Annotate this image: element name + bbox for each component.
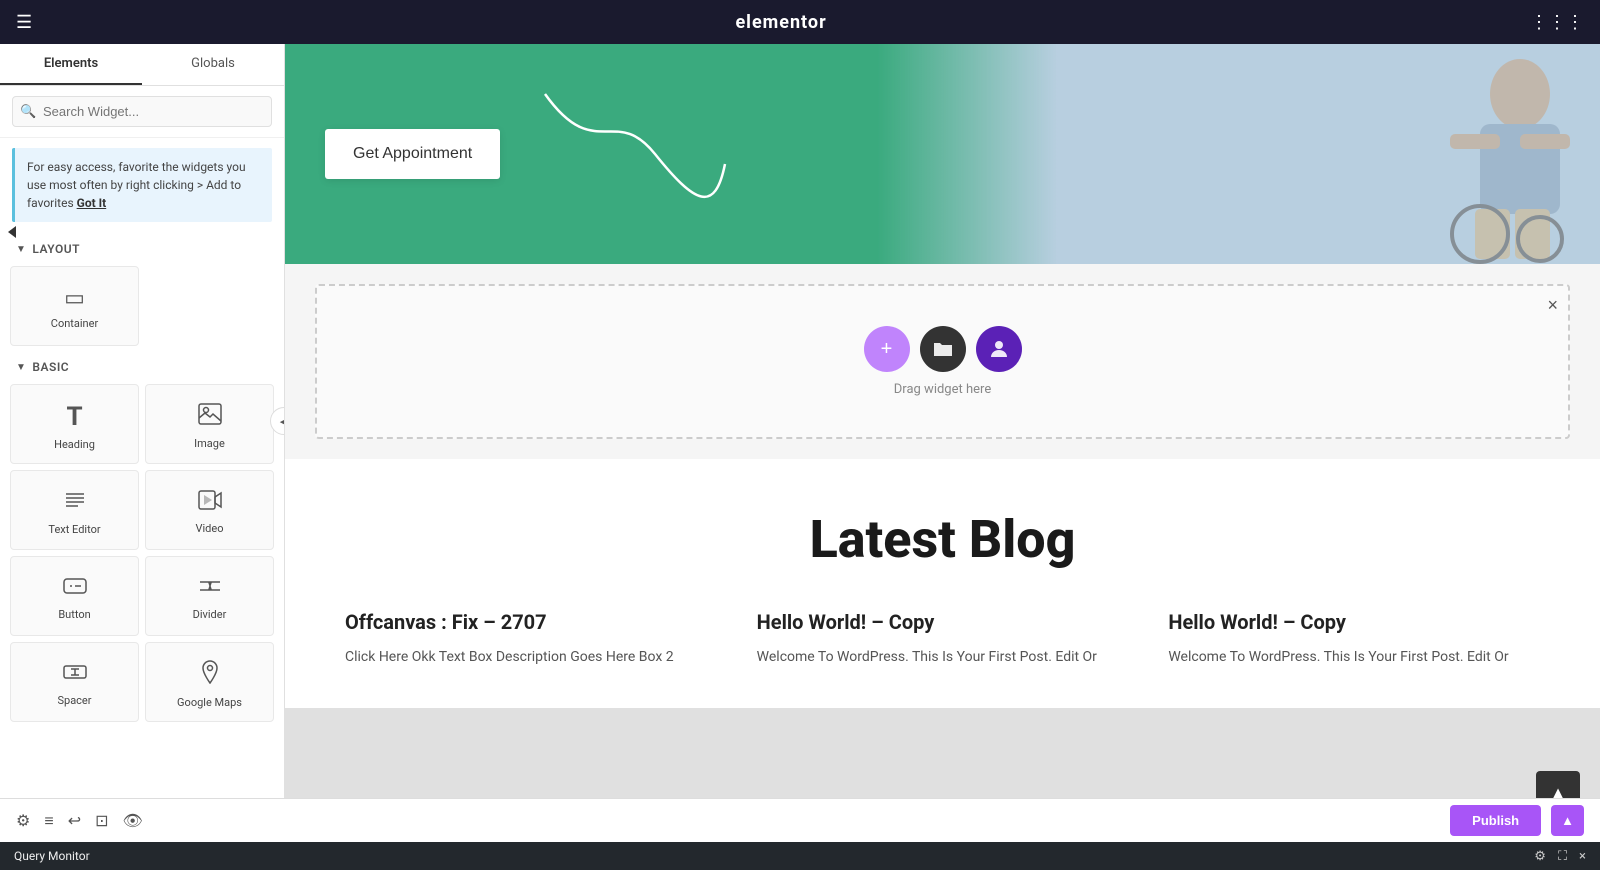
top-bar: ☰ elementor ⋮⋮⋮ xyxy=(0,0,1600,44)
spacer-label: Spacer xyxy=(57,694,91,707)
history-icon[interactable]: ↩ xyxy=(68,811,81,830)
qm-expand-icon[interactable]: ⛶ xyxy=(1558,849,1567,864)
container-label: Container xyxy=(51,317,98,330)
widget-google-maps[interactable]: Google Maps xyxy=(145,642,274,722)
sidebar: Elements Globals 🔍 For easy access, favo… xyxy=(0,44,285,798)
drop-zone-actions: + xyxy=(864,326,1022,372)
get-appointment-button[interactable]: Get Appointment xyxy=(325,129,500,179)
divider-label: Divider xyxy=(193,608,227,621)
layout-widgets-grid: ▭ Container xyxy=(0,262,284,350)
layout-section-label: Layout xyxy=(32,242,80,256)
widget-image[interactable]: Image xyxy=(145,384,274,464)
basic-section-header[interactable]: ▼ Basic xyxy=(0,350,284,380)
sidebar-tabs: Elements Globals xyxy=(0,44,284,86)
hint-box: For easy access, favorite the widgets yo… xyxy=(12,148,272,222)
qm-close-icon[interactable]: × xyxy=(1579,849,1586,864)
chevron-down-icon: ▼ xyxy=(16,244,26,255)
bottom-bar: ⚙ ≡ ↩ ⊡ 👁 Publish ▲ xyxy=(0,798,1600,842)
publish-button[interactable]: Publish xyxy=(1450,805,1541,836)
scroll-top-button[interactable]: ▲ xyxy=(1536,771,1580,798)
drop-zone-close-button[interactable]: × xyxy=(1547,296,1558,314)
widget-spacer[interactable]: Spacer xyxy=(10,642,139,722)
got-it-link[interactable]: Got It xyxy=(77,196,107,210)
widget-video[interactable]: Video xyxy=(145,470,274,550)
divider-icon xyxy=(198,576,222,602)
hero-text-area: Get Appointment xyxy=(285,99,540,209)
drop-zone-container: × + xyxy=(285,264,1600,459)
chevron-down-icon-basic: ▼ xyxy=(16,362,26,373)
heading-icon: T xyxy=(66,402,82,432)
canvas-content: Get Appointment xyxy=(285,44,1600,798)
publish-chevron-button[interactable]: ▲ xyxy=(1551,805,1584,836)
container-icon: ▭ xyxy=(64,286,85,311)
search-icon: 🔍 xyxy=(20,104,36,119)
basic-section-label: Basic xyxy=(32,360,69,374)
folder-button[interactable] xyxy=(920,326,966,372)
text-editor-icon xyxy=(63,489,87,517)
settings-icon[interactable]: ⚙ xyxy=(16,811,30,830)
widget-divider[interactable]: Divider xyxy=(145,556,274,636)
blog-post-1: Offcanvas : Fix – 2707 Click Here Okk Te… xyxy=(345,610,717,668)
blog-post-excerpt-3: Welcome To WordPress. This Is Your First… xyxy=(1168,646,1540,668)
elementor-logo: elementor xyxy=(735,12,826,33)
tab-elements[interactable]: Elements xyxy=(0,44,142,85)
cursor-indicator xyxy=(8,226,16,238)
main-layout: Elements Globals 🔍 For easy access, favo… xyxy=(0,44,1600,798)
blog-grid: Offcanvas : Fix – 2707 Click Here Okk Te… xyxy=(345,610,1540,668)
blog-post-2: Hello World! – Copy Welcome To WordPress… xyxy=(757,610,1129,668)
heading-label: Heading xyxy=(54,438,95,451)
button-label: Button xyxy=(58,608,90,621)
query-monitor-label: Query Monitor xyxy=(14,849,90,863)
layout-section-header[interactable]: ▼ Layout xyxy=(0,232,284,262)
drop-zone-label: Drag widget here xyxy=(894,382,991,397)
qm-settings-icon[interactable]: ⚙ xyxy=(1534,849,1546,864)
query-monitor-bar: Query Monitor ⚙ ⛶ × xyxy=(0,842,1600,870)
hero-image-area xyxy=(877,44,1600,264)
widget-button[interactable]: Button xyxy=(10,556,139,636)
qm-icons: ⚙ ⛶ × xyxy=(1534,849,1586,864)
image-label: Image xyxy=(194,437,225,450)
canvas: Get Appointment xyxy=(285,44,1600,798)
blog-post-title-3: Hello World! – Copy xyxy=(1168,610,1540,634)
responsive-icon[interactable]: ⊡ xyxy=(95,811,108,830)
search-area: 🔍 xyxy=(0,86,284,138)
hero-curve xyxy=(535,84,735,238)
video-icon xyxy=(198,490,222,516)
hamburger-menu-icon[interactable]: ☰ xyxy=(16,12,32,33)
blog-post-3: Hello World! – Copy Welcome To WordPress… xyxy=(1168,610,1540,668)
sidebar-content: ▼ Layout ▭ Container ▼ Basic T Heading xyxy=(0,232,284,798)
basic-widgets-grid: T Heading Image xyxy=(0,380,284,726)
video-label: Video xyxy=(196,522,224,535)
button-icon xyxy=(63,576,87,602)
user-button[interactable] xyxy=(976,326,1022,372)
text-editor-label: Text Editor xyxy=(48,523,100,536)
google-maps-label: Google Maps xyxy=(177,696,242,709)
blog-post-excerpt-1: Click Here Okk Text Box Description Goes… xyxy=(345,646,717,668)
blog-post-title-1: Offcanvas : Fix – 2707 xyxy=(345,610,717,634)
hero-section: Get Appointment xyxy=(285,44,1600,264)
bottom-bar-right: Publish ▲ xyxy=(1450,805,1584,836)
blog-post-excerpt-2: Welcome To WordPress. This Is Your First… xyxy=(757,646,1129,668)
hint-text: For easy access, favorite the widgets yo… xyxy=(27,160,246,210)
widget-text-editor[interactable]: Text Editor xyxy=(10,470,139,550)
add-widget-button[interactable]: + xyxy=(864,326,910,372)
spacer-icon xyxy=(63,662,87,688)
google-maps-icon xyxy=(199,660,221,690)
preview-icon[interactable]: 👁 xyxy=(123,811,143,830)
bottom-bar-left: ⚙ ≡ ↩ ⊡ 👁 xyxy=(16,811,143,831)
blog-section: Latest Blog Offcanvas : Fix – 2707 Click… xyxy=(285,459,1600,708)
search-input[interactable] xyxy=(12,96,272,127)
grid-icon[interactable]: ⋮⋮⋮ xyxy=(1530,12,1584,33)
layers-icon[interactable]: ≡ xyxy=(44,811,53,831)
image-icon xyxy=(198,403,222,431)
widget-heading[interactable]: T Heading xyxy=(10,384,139,464)
tab-globals[interactable]: Globals xyxy=(142,44,284,85)
blog-title: Latest Blog xyxy=(345,509,1540,570)
blog-post-title-2: Hello World! – Copy xyxy=(757,610,1129,634)
drop-zone[interactable]: × + xyxy=(315,284,1570,439)
widget-container[interactable]: ▭ Container xyxy=(10,266,139,346)
